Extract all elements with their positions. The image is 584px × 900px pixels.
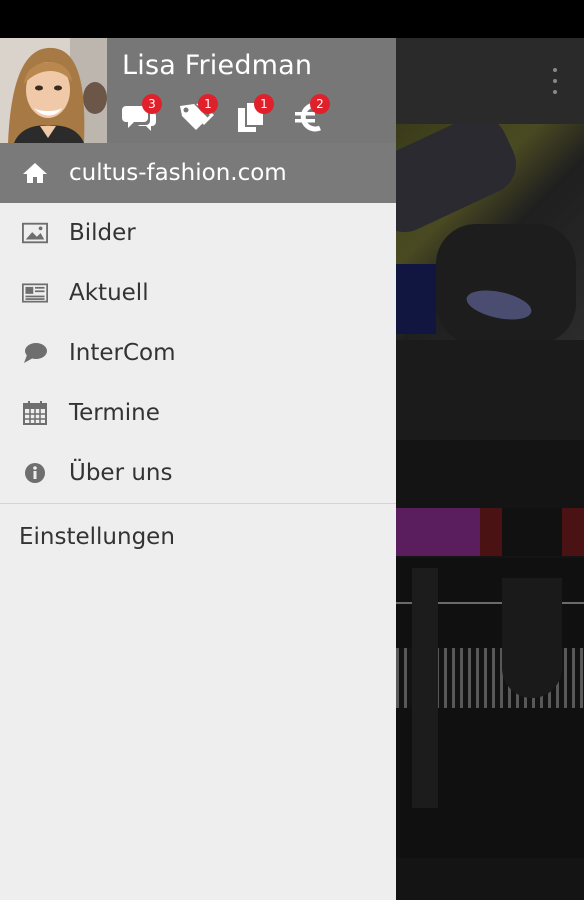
image-icon — [22, 221, 48, 245]
nav-item-label: Bilder — [69, 220, 136, 246]
nav-item-termine[interactable]: Termine — [0, 383, 396, 443]
avatar[interactable] — [0, 38, 107, 143]
nav-item-label: Termine — [69, 400, 160, 426]
tags-icon[interactable]: 1 — [176, 94, 220, 136]
pages-badge: 1 — [254, 94, 274, 114]
nav-item-bilder[interactable]: Bilder — [0, 203, 396, 263]
nav-item-aktuell[interactable]: Aktuell — [0, 263, 396, 323]
info-icon — [22, 461, 48, 485]
background-app-content — [396, 38, 584, 900]
user-name: Lisa Friedman — [122, 50, 313, 81]
nav-item-label: InterCom — [69, 340, 176, 366]
pattern-image — [396, 558, 584, 858]
nav-item-home[interactable]: cultus-fashion.com — [0, 143, 396, 203]
chat-badge: 3 — [142, 94, 162, 114]
nav-list: cultus-fashion.com Bilder Aktuell InterC… — [0, 143, 396, 504]
euro-badge: 2 — [310, 94, 330, 114]
euro-icon[interactable]: 2 — [292, 94, 336, 136]
newspaper-icon — [22, 281, 48, 305]
nav-item-label: cultus-fashion.com — [69, 160, 287, 186]
tags-badge: 1 — [198, 94, 218, 114]
app-action-bar — [396, 38, 584, 124]
pages-icon[interactable]: 1 — [234, 94, 278, 136]
chat-bubbles-icon[interactable]: 3 — [120, 94, 164, 136]
divider — [0, 503, 396, 504]
calendar-icon — [22, 401, 48, 425]
navigation-drawer: Lisa Friedman 3 1 1 2 cultus-fashion.com… — [0, 38, 396, 900]
nav-item-label: Aktuell — [69, 280, 149, 306]
nav-item-intercom[interactable]: InterCom — [0, 323, 396, 383]
nav-item-label: Über uns — [69, 460, 173, 486]
nav-item-ueber-uns[interactable]: Über uns — [0, 443, 396, 503]
drawer-header: Lisa Friedman 3 1 1 2 — [0, 38, 396, 143]
color-stripe-image — [396, 508, 584, 556]
status-bar — [0, 0, 584, 38]
settings-item[interactable]: Einstellungen — [19, 524, 175, 550]
speech-bubble-icon — [22, 341, 48, 365]
overflow-menu-icon[interactable] — [552, 68, 558, 94]
home-icon — [22, 161, 48, 185]
content-band — [396, 340, 584, 440]
hero-image — [396, 124, 584, 340]
